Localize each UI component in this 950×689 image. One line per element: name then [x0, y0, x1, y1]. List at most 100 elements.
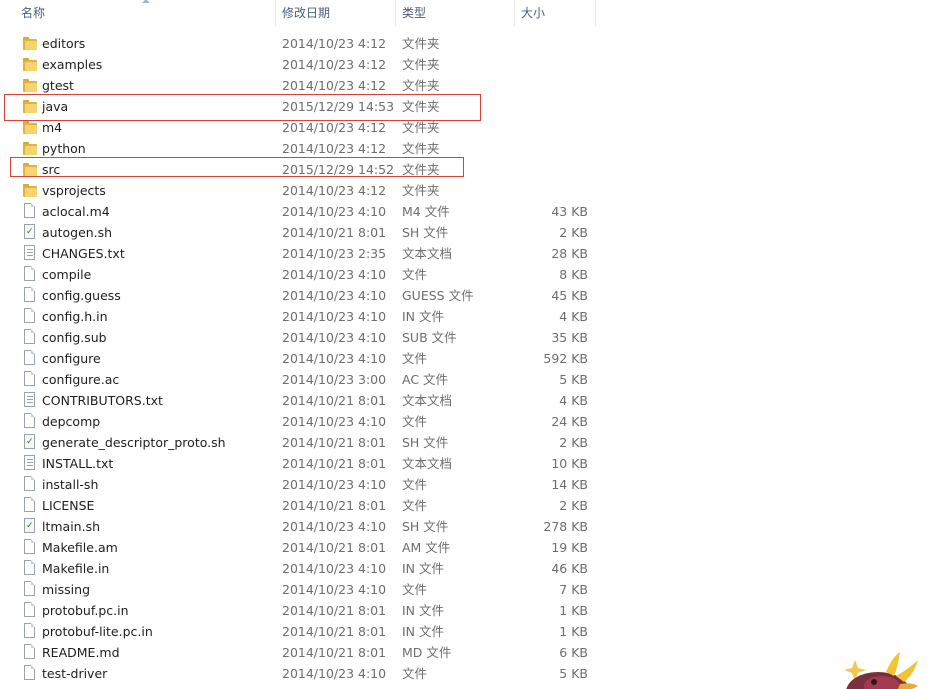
file-name: config.guess — [42, 288, 121, 303]
file-size: 2 KB — [559, 498, 588, 513]
file-row[interactable]: ✓ ltmain.sh 2014/10/23 4:10 SH 文件 278 KB — [0, 516, 600, 537]
folder-icon — [22, 138, 38, 159]
file-size: 1 KB — [559, 603, 588, 618]
file-type: 文本文档 — [402, 456, 453, 471]
file-row[interactable]: python 2014/10/23 4:12 文件夹 — [0, 138, 600, 159]
file-size: 4 KB — [559, 393, 588, 408]
file-type: IN 文件 — [402, 624, 445, 639]
file-name: src — [42, 162, 61, 177]
file-modified-date: 2014/10/21 8:01 — [282, 645, 387, 660]
file-modified-date: 2014/10/21 8:01 — [282, 603, 387, 618]
file-modified-date: 2015/12/29 14:52 — [282, 162, 395, 177]
file-row[interactable]: ✓ autogen.sh 2014/10/21 8:01 SH 文件 2 KB — [0, 222, 600, 243]
file-icon — [22, 621, 38, 642]
file-modified-date: 2014/10/23 4:10 — [282, 288, 387, 303]
file-name: m4 — [42, 120, 63, 135]
file-icon — [22, 369, 38, 390]
file-row[interactable]: compile 2014/10/23 4:10 文件 8 KB — [0, 264, 600, 285]
file-name: Makefile.in — [42, 561, 110, 576]
file-size: 1 KB — [559, 624, 588, 639]
file-name: config.sub — [42, 330, 107, 345]
file-row[interactable]: gtest 2014/10/23 4:12 文件夹 — [0, 75, 600, 96]
file-type: 文件 — [402, 351, 428, 366]
file-row[interactable]: config.guess 2014/10/23 4:10 GUESS 文件 45 KB — [0, 285, 600, 306]
file-row[interactable]: ✓ generate_descriptor_proto.sh 2014/10/21 … — [0, 432, 600, 453]
file-name: CHANGES.txt — [42, 246, 125, 261]
file-row[interactable]: examples 2014/10/23 4:12 文件夹 — [0, 54, 600, 75]
file-size — [520, 75, 588, 96]
file-icon — [22, 558, 38, 579]
file-row[interactable]: src 2015/12/29 14:52 文件夹 — [0, 159, 600, 180]
file-modified-date: 2014/10/23 4:10 — [282, 519, 387, 534]
file-name: aclocal.m4 — [42, 204, 110, 219]
column-header-date[interactable]: 修改日期 — [276, 0, 396, 26]
file-type: 文件夹 — [402, 57, 440, 72]
file-row[interactable]: configure 2014/10/23 4:10 文件 592 KB — [0, 348, 600, 369]
file-row[interactable]: config.h.in 2014/10/23 4:10 IN 文件 4 KB — [0, 306, 600, 327]
file-type: SH 文件 — [402, 435, 449, 450]
file-name: vsprojects — [42, 183, 106, 198]
file-modified-date: 2014/10/21 8:01 — [282, 456, 387, 471]
file-type: 文件夹 — [402, 99, 440, 114]
file-modified-date: 2014/10/23 4:10 — [282, 666, 387, 681]
file-size: 24 KB — [551, 414, 588, 429]
column-header-type[interactable]: 类型 — [396, 0, 515, 26]
file-row[interactable]: missing 2014/10/23 4:10 文件 7 KB — [0, 579, 600, 600]
file-row[interactable]: test-driver 2014/10/23 4:10 文件 5 KB — [0, 663, 600, 684]
file-name: gtest — [42, 78, 74, 93]
file-size: 6 KB — [559, 645, 588, 660]
file-modified-date: 2014/10/23 4:12 — [282, 183, 387, 198]
file-type: 文件夹 — [402, 78, 440, 93]
file-row[interactable]: configure.ac 2014/10/23 3:00 AC 文件 5 KB — [0, 369, 600, 390]
column-header-bar: 名称 修改日期 类型 大小 — [0, 0, 596, 26]
file-name: protobuf.pc.in — [42, 603, 129, 618]
file-row[interactable]: aclocal.m4 2014/10/23 4:10 M4 文件 43 KB — [0, 201, 600, 222]
file-name: protobuf-lite.pc.in — [42, 624, 153, 639]
file-type: 文件 — [402, 582, 428, 597]
file-row[interactable]: LICENSE 2014/10/21 8:01 文件 2 KB — [0, 495, 600, 516]
file-row[interactable]: protobuf-lite.pc.in 2014/10/21 8:01 IN 文件 1… — [0, 621, 600, 642]
file-icon — [22, 537, 38, 558]
file-size: 8 KB — [559, 267, 588, 282]
file-row[interactable]: vsprojects 2014/10/23 4:12 文件夹 — [0, 180, 600, 201]
file-modified-date: 2014/10/23 4:12 — [282, 57, 387, 72]
file-row[interactable]: java 2015/12/29 14:53 文件夹 — [0, 96, 600, 117]
file-modified-date: 2014/10/21 8:01 — [282, 540, 387, 555]
file-name: README.md — [42, 645, 120, 660]
file-modified-date: 2014/10/23 4:10 — [282, 477, 387, 492]
file-row[interactable]: editors 2014/10/23 4:12 文件夹 — [0, 33, 600, 54]
folder-icon — [22, 159, 38, 180]
file-row[interactable]: config.sub 2014/10/23 4:10 SUB 文件 35 KB — [0, 327, 600, 348]
file-name: depcomp — [42, 414, 101, 429]
file-type: AM 文件 — [402, 540, 451, 555]
file-type: 文件 — [402, 477, 428, 492]
file-type: GUESS 文件 — [402, 288, 474, 303]
file-row[interactable]: depcomp 2014/10/23 4:10 文件 24 KB — [0, 411, 600, 432]
file-type: IN 文件 — [402, 603, 445, 618]
file-row[interactable]: install-sh 2014/10/23 4:10 文件 14 KB — [0, 474, 600, 495]
file-name: generate_descriptor_proto.sh — [42, 435, 226, 450]
file-row[interactable]: CONTRIBUTORS.txt 2014/10/21 8:01 文本文档 4 KB — [0, 390, 600, 411]
folder-icon — [22, 75, 38, 96]
file-name: python — [42, 141, 86, 156]
file-size — [520, 159, 588, 180]
file-modified-date: 2014/10/23 4:12 — [282, 36, 387, 51]
file-size: 19 KB — [551, 540, 588, 555]
file-row[interactable]: protobuf.pc.in 2014/10/21 8:01 IN 文件 1 KB — [0, 600, 600, 621]
file-row[interactable]: INSTALL.txt 2014/10/21 8:01 文本文档 10 KB — [0, 453, 600, 474]
file-type: IN 文件 — [402, 309, 445, 324]
file-icon — [22, 285, 38, 306]
file-row[interactable]: m4 2014/10/23 4:12 文件夹 — [0, 117, 600, 138]
column-header-name[interactable]: 名称 — [15, 0, 276, 26]
file-row[interactable]: Makefile.am 2014/10/21 8:01 AM 文件 19 KB — [0, 537, 600, 558]
file-type: 文本文档 — [402, 246, 453, 261]
column-header-size[interactable]: 大小 — [515, 0, 596, 26]
script-icon: ✓ — [22, 432, 38, 453]
file-row[interactable]: CHANGES.txt 2014/10/23 2:35 文本文档 28 KB — [0, 243, 600, 264]
file-row[interactable]: Makefile.in 2014/10/23 4:10 IN 文件 46 KB — [0, 558, 600, 579]
file-modified-date: 2014/10/21 8:01 — [282, 435, 387, 450]
file-name: INSTALL.txt — [42, 456, 114, 471]
file-icon — [22, 327, 38, 348]
file-row[interactable]: README.md 2014/10/21 8:01 MD 文件 6 KB — [0, 642, 600, 663]
file-modified-date: 2015/12/29 14:53 — [282, 99, 395, 114]
